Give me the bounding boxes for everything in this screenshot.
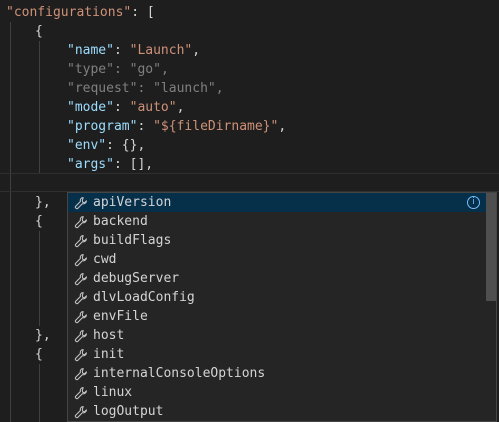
- suggestion-widget[interactable]: apiVersion i backend buildFlags cwd debugServ…: [67, 192, 497, 422]
- suggestion-item-apiversion[interactable]: apiVersion i: [68, 193, 486, 212]
- suggestion-label: envFile: [93, 309, 148, 324]
- name-value: "Launch": [129, 43, 193, 58]
- suggestion-item-debugserver[interactable]: debugServer: [68, 269, 486, 288]
- type-value: "go": [129, 62, 161, 77]
- suggestion-item-backend[interactable]: backend: [68, 212, 486, 231]
- suggestion-item-init[interactable]: init: [68, 345, 486, 364]
- suggestion-item-buildflags[interactable]: buildFlags: [68, 231, 486, 250]
- code-line: },: [35, 193, 51, 212]
- open-brace: {: [35, 24, 43, 39]
- code-line: "name": "Launch",: [67, 41, 200, 60]
- comma: ,: [160, 62, 169, 77]
- comma: ,: [278, 119, 287, 134]
- colon: :: [137, 81, 154, 96]
- suggestion-item-cwd[interactable]: cwd: [68, 250, 486, 269]
- request-key: "request": [67, 81, 138, 96]
- suggestion-label: debugServer: [93, 271, 180, 286]
- wrench-icon: [74, 272, 88, 286]
- mode-key: "mode": [67, 100, 114, 115]
- suggestion-label: logOutput: [93, 404, 164, 419]
- info-icon[interactable]: i: [467, 196, 480, 209]
- indent-guide: [39, 41, 40, 174]
- open-brace: {: [35, 214, 43, 229]
- wrench-icon: [74, 386, 88, 400]
- close-brace: },: [35, 195, 51, 210]
- name-key: "name": [67, 43, 114, 58]
- code-line: "request": "launch",: [67, 79, 224, 98]
- suggestion-label: backend: [93, 214, 148, 229]
- suggestion-label: init: [93, 347, 125, 362]
- comma: ,: [215, 81, 224, 96]
- program-value: "${fileDirname}": [153, 119, 279, 134]
- wrench-icon: [74, 329, 88, 343]
- colon: :: [106, 138, 122, 153]
- comma: ,: [145, 157, 154, 172]
- suggestion-item-envfile[interactable]: envFile: [68, 307, 486, 326]
- indent-guide: [39, 231, 40, 326]
- code-editor[interactable]: "configurations": [ { "name": "Launch", …: [0, 0, 499, 422]
- scrollbar-thumb[interactable]: [486, 193, 496, 301]
- wrench-icon: [74, 405, 88, 419]
- colon: :: [113, 62, 130, 77]
- code-line: {: [35, 345, 43, 364]
- suggestion-item-logoutput[interactable]: logOutput: [68, 402, 486, 421]
- current-line-highlight: [0, 173, 499, 192]
- suggestion-item-host[interactable]: host: [68, 326, 486, 345]
- comma: ,: [176, 100, 185, 115]
- wrench-icon: [74, 234, 88, 248]
- indent-guide: [10, 22, 11, 422]
- wrench-icon: [74, 291, 88, 305]
- punctuation: : [: [131, 5, 155, 20]
- suggestion-label: internalConsoleOptions: [93, 366, 266, 381]
- code-line: "configurations": [: [6, 3, 155, 22]
- code-line: {: [35, 212, 43, 231]
- env-value: {}: [121, 138, 138, 153]
- close-brace: },: [35, 328, 51, 343]
- colon: :: [113, 43, 130, 58]
- code-line: "env": {},: [67, 136, 145, 155]
- request-value: "launch": [153, 81, 216, 96]
- suggestion-label: linux: [93, 385, 133, 400]
- type-key: "type": [67, 62, 114, 77]
- env-key: "env": [67, 138, 107, 153]
- colon: :: [113, 157, 130, 172]
- wrench-icon: [74, 367, 88, 381]
- comma: ,: [137, 138, 146, 153]
- code-line: "args": [],: [67, 155, 153, 174]
- suggestion-label: apiVersion: [93, 195, 172, 210]
- suggestion-item-internalconsoleoptions[interactable]: internalConsoleOptions: [68, 364, 486, 383]
- open-brace: {: [35, 347, 43, 362]
- wrench-icon: [74, 253, 88, 267]
- args-key: "args": [67, 157, 114, 172]
- suggestion-label: cwd: [93, 252, 117, 267]
- mode-value: "auto": [129, 100, 177, 115]
- colon: :: [113, 100, 130, 115]
- program-key: "program": [67, 119, 138, 134]
- configurations-key: "configurations": [6, 5, 132, 20]
- wrench-icon: [74, 348, 88, 362]
- code-line: "program": "${fileDirname}",: [67, 117, 286, 136]
- colon: :: [137, 119, 154, 134]
- code-line: "mode": "auto",: [67, 98, 184, 117]
- comma: ,: [192, 43, 201, 58]
- suggestion-item-linux[interactable]: linux: [68, 383, 486, 402]
- wrench-icon: [74, 196, 88, 210]
- code-line: {: [35, 22, 43, 41]
- indent-guide: [39, 364, 40, 422]
- code-line: },: [35, 326, 51, 345]
- suggestion-label: buildFlags: [93, 233, 172, 248]
- code-line: "type": "go",: [67, 60, 169, 79]
- suggestion-item-dlvloadconfig[interactable]: dlvLoadConfig: [68, 288, 486, 307]
- suggestion-label: dlvLoadConfig: [93, 290, 195, 305]
- wrench-icon: [74, 310, 88, 324]
- args-value: []: [129, 157, 146, 172]
- wrench-icon: [74, 215, 88, 229]
- suggestion-label: host: [93, 328, 125, 343]
